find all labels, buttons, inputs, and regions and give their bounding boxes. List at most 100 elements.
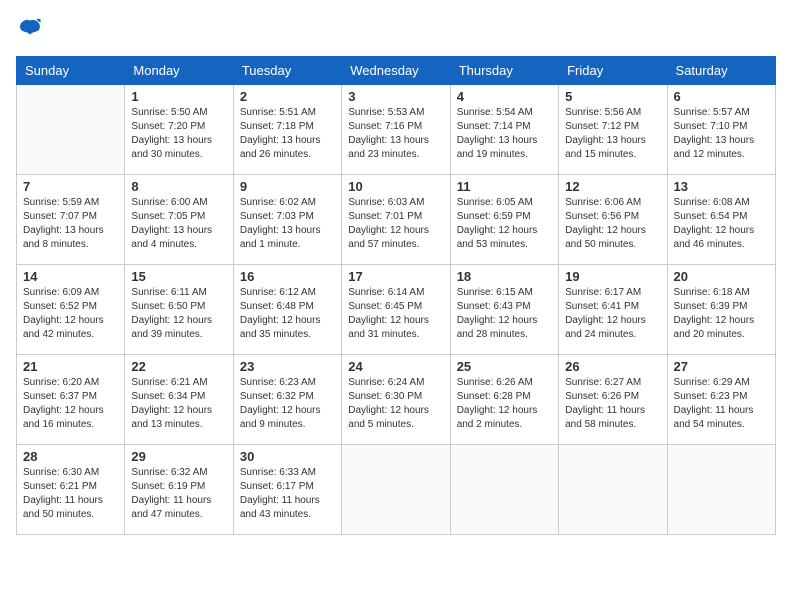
- cell-info: Sunrise: 5:59 AM Sunset: 7:07 PM Dayligh…: [23, 196, 118, 252]
- day-number: 13: [674, 179, 769, 194]
- page-header: [16, 16, 776, 44]
- calendar-cell: 6Sunrise: 5:57 AM Sunset: 7:10 PM Daylig…: [667, 85, 775, 175]
- day-number: 2: [240, 89, 335, 104]
- calendar-cell: 18 Sunrise: 6:15 AM Sunset: 6:43 PM Dayli…: [450, 265, 558, 355]
- cell-info: Sunrise: 6:18 AM Sunset: 6:39 PM Dayligh…: [674, 286, 769, 342]
- cell-info: Sunrise: 6:15 AM Sunset: 6:43 PM Dayligh…: [457, 286, 552, 342]
- calendar-cell: 25 Sunrise: 6:26 AM Sunset: 6:28 PM Dayli…: [450, 355, 558, 445]
- calendar-cell: 22 Sunrise: 6:21 AM Sunset: 6:34 PM Dayli…: [125, 355, 233, 445]
- day-number: 1: [131, 89, 226, 104]
- cell-info: Sunrise: 6:32 AM Sunset: 6:19 PM Dayligh…: [131, 466, 226, 522]
- cell-info: Sunrise: 6:17 AM Sunset: 6:41 PM Dayligh…: [565, 286, 660, 342]
- cell-info: Sunrise: 6:30 AM Sunset: 6:21 PM Dayligh…: [23, 466, 118, 522]
- calendar-header-row: SundayMondayTuesdayWednesdayThursdayFrid…: [17, 57, 776, 85]
- calendar-cell: 2 Sunrise: 5:51 AM Sunset: 7:18 PM Daylig…: [233, 85, 341, 175]
- day-number: 27: [674, 359, 769, 374]
- day-number: 16: [240, 269, 335, 284]
- day-number: 23: [240, 359, 335, 374]
- day-header-saturday: Saturday: [667, 57, 775, 85]
- calendar-cell: [450, 445, 558, 535]
- day-number: 8: [131, 179, 226, 194]
- cell-info: Sunrise: 6:33 AM Sunset: 6:17 PM Dayligh…: [240, 466, 335, 522]
- cell-info: Sunrise: 5:53 AM Sunset: 7:16 PM Dayligh…: [348, 106, 443, 162]
- day-number: 11: [457, 179, 552, 194]
- week-row-2: 7 Sunrise: 5:59 AM Sunset: 7:07 PM Daylig…: [17, 175, 776, 265]
- cell-info: Sunrise: 5:50 AM Sunset: 7:20 PM Dayligh…: [131, 106, 226, 162]
- day-header-friday: Friday: [559, 57, 667, 85]
- day-number: 5: [565, 89, 660, 104]
- calendar-cell: 26 Sunrise: 6:27 AM Sunset: 6:26 PM Dayli…: [559, 355, 667, 445]
- calendar-cell: 28 Sunrise: 6:30 AM Sunset: 6:21 PM Dayli…: [17, 445, 125, 535]
- cell-info: Sunrise: 6:29 AM Sunset: 6:23 PM Dayligh…: [674, 376, 769, 432]
- cell-info: Sunrise: 5:51 AM Sunset: 7:18 PM Dayligh…: [240, 106, 335, 162]
- calendar-cell: 24 Sunrise: 6:24 AM Sunset: 6:30 PM Dayli…: [342, 355, 450, 445]
- cell-info: Sunrise: 6:03 AM Sunset: 7:01 PM Dayligh…: [348, 196, 443, 252]
- calendar-cell: 13 Sunrise: 6:08 AM Sunset: 6:54 PM Dayli…: [667, 175, 775, 265]
- day-number: 24: [348, 359, 443, 374]
- cell-info: Sunrise: 6:06 AM Sunset: 6:56 PM Dayligh…: [565, 196, 660, 252]
- calendar-cell: 17 Sunrise: 6:14 AM Sunset: 6:45 PM Dayli…: [342, 265, 450, 355]
- calendar-cell: 12 Sunrise: 6:06 AM Sunset: 6:56 PM Dayli…: [559, 175, 667, 265]
- day-number: 30: [240, 449, 335, 464]
- day-number: 22: [131, 359, 226, 374]
- cell-info: Sunrise: 6:26 AM Sunset: 6:28 PM Dayligh…: [457, 376, 552, 432]
- day-number: 18: [457, 269, 552, 284]
- day-number: 9: [240, 179, 335, 194]
- week-row-3: 14 Sunrise: 6:09 AM Sunset: 6:52 PM Dayli…: [17, 265, 776, 355]
- day-header-thursday: Thursday: [450, 57, 558, 85]
- day-number: 17: [348, 269, 443, 284]
- cell-info: Sunrise: 6:21 AM Sunset: 6:34 PM Dayligh…: [131, 376, 226, 432]
- calendar-cell: 14 Sunrise: 6:09 AM Sunset: 6:52 PM Dayli…: [17, 265, 125, 355]
- day-header-monday: Monday: [125, 57, 233, 85]
- day-number: 14: [23, 269, 118, 284]
- cell-info: Sunrise: 6:27 AM Sunset: 6:26 PM Dayligh…: [565, 376, 660, 432]
- calendar-cell: 15Sunrise: 6:11 AM Sunset: 6:50 PM Dayli…: [125, 265, 233, 355]
- day-header-sunday: Sunday: [17, 57, 125, 85]
- cell-info: Sunrise: 6:14 AM Sunset: 6:45 PM Dayligh…: [348, 286, 443, 342]
- calendar-cell: 30 Sunrise: 6:33 AM Sunset: 6:17 PM Dayli…: [233, 445, 341, 535]
- cell-info: Sunrise: 6:23 AM Sunset: 6:32 PM Dayligh…: [240, 376, 335, 432]
- week-row-5: 28 Sunrise: 6:30 AM Sunset: 6:21 PM Dayli…: [17, 445, 776, 535]
- day-number: 28: [23, 449, 118, 464]
- day-header-wednesday: Wednesday: [342, 57, 450, 85]
- cell-info: Sunrise: 6:24 AM Sunset: 6:30 PM Dayligh…: [348, 376, 443, 432]
- logo-bird-icon: [16, 16, 44, 44]
- cell-info: Sunrise: 5:54 AM Sunset: 7:14 PM Dayligh…: [457, 106, 552, 162]
- day-number: 25: [457, 359, 552, 374]
- calendar-cell: 1 Sunrise: 5:50 AM Sunset: 7:20 PM Daylig…: [125, 85, 233, 175]
- calendar-cell: 27 Sunrise: 6:29 AM Sunset: 6:23 PM Dayli…: [667, 355, 775, 445]
- cell-info: Sunrise: 6:12 AM Sunset: 6:48 PM Dayligh…: [240, 286, 335, 342]
- calendar-cell: [342, 445, 450, 535]
- calendar-cell: 29 Sunrise: 6:32 AM Sunset: 6:19 PM Dayli…: [125, 445, 233, 535]
- day-number: 12: [565, 179, 660, 194]
- day-number: 29: [131, 449, 226, 464]
- day-number: 7: [23, 179, 118, 194]
- day-number: 4: [457, 89, 552, 104]
- calendar-cell: 11 Sunrise: 6:05 AM Sunset: 6:59 PM Dayli…: [450, 175, 558, 265]
- calendar-cell: 7 Sunrise: 5:59 AM Sunset: 7:07 PM Daylig…: [17, 175, 125, 265]
- calendar-cell: [17, 85, 125, 175]
- day-number: 26: [565, 359, 660, 374]
- week-row-1: 1 Sunrise: 5:50 AM Sunset: 7:20 PM Daylig…: [17, 85, 776, 175]
- cell-info: Sunrise: 6:09 AM Sunset: 6:52 PM Dayligh…: [23, 286, 118, 342]
- cell-info: Sunrise: 5:56 AM Sunset: 7:12 PM Dayligh…: [565, 106, 660, 162]
- day-number: 20: [674, 269, 769, 284]
- day-number: 3: [348, 89, 443, 104]
- calendar-cell: 5 Sunrise: 5:56 AM Sunset: 7:12 PM Daylig…: [559, 85, 667, 175]
- calendar-cell: 21Sunrise: 6:20 AM Sunset: 6:37 PM Dayli…: [17, 355, 125, 445]
- calendar-cell: 8 Sunrise: 6:00 AM Sunset: 7:05 PM Daylig…: [125, 175, 233, 265]
- calendar-cell: [559, 445, 667, 535]
- day-number: 21: [23, 359, 118, 374]
- cell-info: Sunrise: 6:05 AM Sunset: 6:59 PM Dayligh…: [457, 196, 552, 252]
- day-number: 10: [348, 179, 443, 194]
- cell-info: Sunrise: 6:08 AM Sunset: 6:54 PM Dayligh…: [674, 196, 769, 252]
- day-number: 15: [131, 269, 226, 284]
- calendar-cell: 19 Sunrise: 6:17 AM Sunset: 6:41 PM Dayli…: [559, 265, 667, 355]
- calendar-cell: 3 Sunrise: 5:53 AM Sunset: 7:16 PM Daylig…: [342, 85, 450, 175]
- calendar-cell: 23 Sunrise: 6:23 AM Sunset: 6:32 PM Dayli…: [233, 355, 341, 445]
- day-number: 19: [565, 269, 660, 284]
- cell-info: Sunrise: 6:02 AM Sunset: 7:03 PM Dayligh…: [240, 196, 335, 252]
- cell-info: Sunrise: 6:00 AM Sunset: 7:05 PM Dayligh…: [131, 196, 226, 252]
- calendar-cell: [667, 445, 775, 535]
- calendar-cell: 10 Sunrise: 6:03 AM Sunset: 7:01 PM Dayli…: [342, 175, 450, 265]
